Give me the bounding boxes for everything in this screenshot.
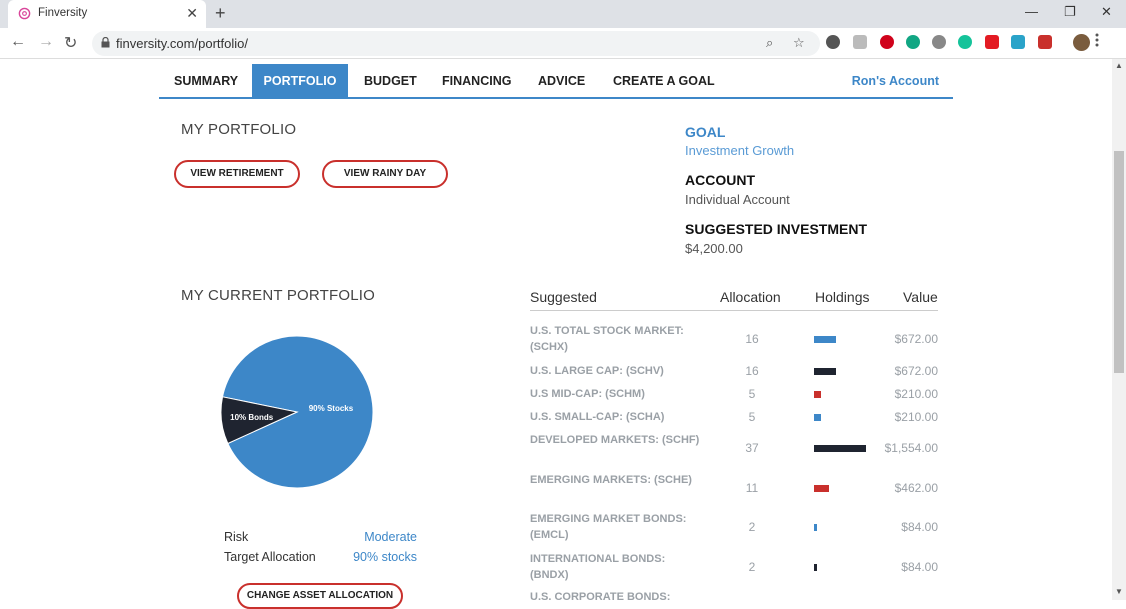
- zoom-icon[interactable]: ⌕: [766, 35, 773, 51]
- row-holdings-bar: [814, 414, 821, 421]
- scroll-down-icon[interactable]: ▼: [1115, 587, 1123, 596]
- view-retirement-button[interactable]: VIEW RETIREMENT: [174, 160, 300, 188]
- nav-portfolio[interactable]: PORTFOLIO: [252, 64, 348, 98]
- account-link[interactable]: Ron's Account: [852, 64, 939, 98]
- chrome-menu-icon[interactable]: [1095, 33, 1099, 47]
- row-allocation: 16: [745, 364, 759, 378]
- nav-financing[interactable]: FINANCING: [442, 64, 511, 98]
- row-name: U.S. CORPORATE BONDS:: [530, 591, 671, 603]
- extension-icon-6[interactable]: [958, 35, 972, 49]
- restore-icon[interactable]: ❐: [1064, 4, 1076, 20]
- extension-icon-8[interactable]: [1011, 35, 1025, 49]
- suggested-investment-value: $4,200.00: [685, 241, 743, 256]
- row-allocation: 37: [745, 441, 759, 455]
- extension-icon-1[interactable]: [826, 35, 840, 49]
- row-holdings-bar: [814, 485, 829, 492]
- site-nav: SUMMARY PORTFOLIO BUDGET FINANCING ADVIC…: [159, 64, 953, 99]
- row-holdings-bar: [814, 368, 836, 375]
- current-portfolio-title: MY CURRENT PORTFOLIO: [181, 287, 376, 304]
- suggested-investment-label: SUGGESTED INVESTMENT: [685, 221, 868, 237]
- row-name: U.S MID-CAP: (SCHM): [530, 388, 645, 400]
- allocation-pie-chart: 90% Stocks 10% Bonds: [220, 335, 374, 489]
- extension-icon-4[interactable]: [906, 35, 920, 49]
- row-allocation: 11: [745, 481, 759, 495]
- row-allocation: 2: [748, 560, 756, 574]
- close-window-icon[interactable]: ✕: [1101, 4, 1112, 20]
- view-rainy-day-button[interactable]: VIEW RAINY DAY: [322, 160, 448, 188]
- back-icon[interactable]: ←: [10, 33, 26, 51]
- goal-label: GOAL: [685, 124, 726, 140]
- row-name: DEVELOPED MARKETS: (SCHF): [530, 434, 700, 446]
- scroll-thumb[interactable]: [1114, 151, 1124, 373]
- row-allocation: 5: [748, 410, 756, 424]
- extension-icon-2[interactable]: [853, 35, 867, 49]
- bookmark-star-icon[interactable]: ☆: [793, 35, 805, 51]
- col-header-allocation: Allocation: [720, 289, 781, 305]
- target-allocation-value: 90% stocks: [353, 550, 417, 564]
- tab-title: Finversity: [38, 7, 88, 19]
- row-holdings-bar: [814, 564, 817, 571]
- extension-icon-9[interactable]: [1038, 35, 1052, 49]
- browser-tab[interactable]: Finversity ✕: [8, 0, 206, 28]
- account-value: Individual Account: [685, 192, 790, 207]
- change-asset-allocation-button[interactable]: CHANGE ASSET ALLOCATION: [237, 583, 403, 609]
- row-value: $84.00: [901, 520, 938, 534]
- row-name: U.S. TOTAL STOCK MARKET: (SCHX): [530, 325, 684, 353]
- nav-budget[interactable]: BUDGET: [364, 64, 417, 98]
- new-tab-icon[interactable]: +: [215, 3, 226, 24]
- forward-icon[interactable]: →: [38, 33, 54, 51]
- row-value: $672.00: [894, 364, 938, 378]
- row-name: U.S. LARGE CAP: (SCHV): [530, 365, 664, 377]
- nav-create-goal[interactable]: CREATE A GOAL: [613, 64, 715, 98]
- row-allocation: 2: [748, 520, 756, 534]
- page-scrollbar[interactable]: ▲ ▼: [1112, 59, 1126, 600]
- profile-avatar[interactable]: [1073, 34, 1090, 51]
- table-header-divider: [530, 310, 938, 311]
- row-allocation: 16: [745, 332, 759, 346]
- lock-icon: [101, 37, 110, 48]
- col-header-value: Value: [903, 289, 938, 305]
- row-name: INTERNATIONAL BONDS: (BNDX): [530, 553, 666, 581]
- row-holdings-bar: [814, 445, 866, 452]
- risk-label: Risk: [224, 530, 249, 544]
- finversity-favicon-icon: [18, 7, 31, 20]
- nav-advice[interactable]: ADVICE: [538, 64, 585, 98]
- row-name: EMERGING MARKET BONDS: (EMCL): [530, 513, 687, 541]
- row-value: $462.00: [894, 481, 938, 495]
- row-value: $84.00: [901, 560, 938, 574]
- browser-toolbar: ← → ↻ finversity.com/portfolio/ ⌕ ☆: [0, 28, 1126, 59]
- col-header-suggested: Suggested: [530, 289, 597, 305]
- row-value: $672.00: [894, 332, 938, 346]
- row-holdings-bar: [814, 524, 817, 531]
- account-label: ACCOUNT: [685, 172, 755, 188]
- reload-icon[interactable]: ↻: [64, 33, 77, 53]
- nav-summary[interactable]: SUMMARY: [174, 64, 238, 98]
- minimize-icon[interactable]: —: [1025, 4, 1038, 19]
- extension-icon-5[interactable]: [932, 35, 946, 49]
- row-value: $1,554.00: [884, 441, 938, 455]
- row-holdings-bar: [814, 336, 836, 343]
- col-header-holdings: Holdings: [815, 289, 870, 305]
- my-portfolio-title: MY PORTFOLIO: [181, 121, 297, 138]
- row-value: $210.00: [894, 387, 938, 401]
- row-name: EMERGING MARKETS: (SCHE): [530, 474, 692, 486]
- url-text: finversity.com/portfolio/: [116, 36, 248, 51]
- pie-label-1: 10% Bonds: [230, 413, 274, 422]
- extension-icon-3[interactable]: [880, 35, 894, 49]
- extension-icon-7[interactable]: [985, 35, 999, 49]
- address-bar[interactable]: finversity.com/portfolio/ ⌕ ☆: [92, 31, 820, 56]
- risk-value: Moderate: [364, 530, 417, 544]
- row-holdings-bar: [814, 391, 821, 398]
- close-tab-icon[interactable]: ✕: [186, 5, 198, 22]
- browser-tab-strip: Finversity ✕ + — ❐ ✕: [0, 0, 1126, 28]
- pie-label-0: 90% Stocks: [309, 404, 354, 413]
- row-allocation: 5: [748, 387, 756, 401]
- goal-value: Investment Growth: [685, 143, 795, 158]
- scroll-up-icon[interactable]: ▲: [1115, 61, 1123, 70]
- row-value: $210.00: [894, 410, 938, 424]
- row-name: U.S. SMALL-CAP: (SCHA): [530, 411, 665, 423]
